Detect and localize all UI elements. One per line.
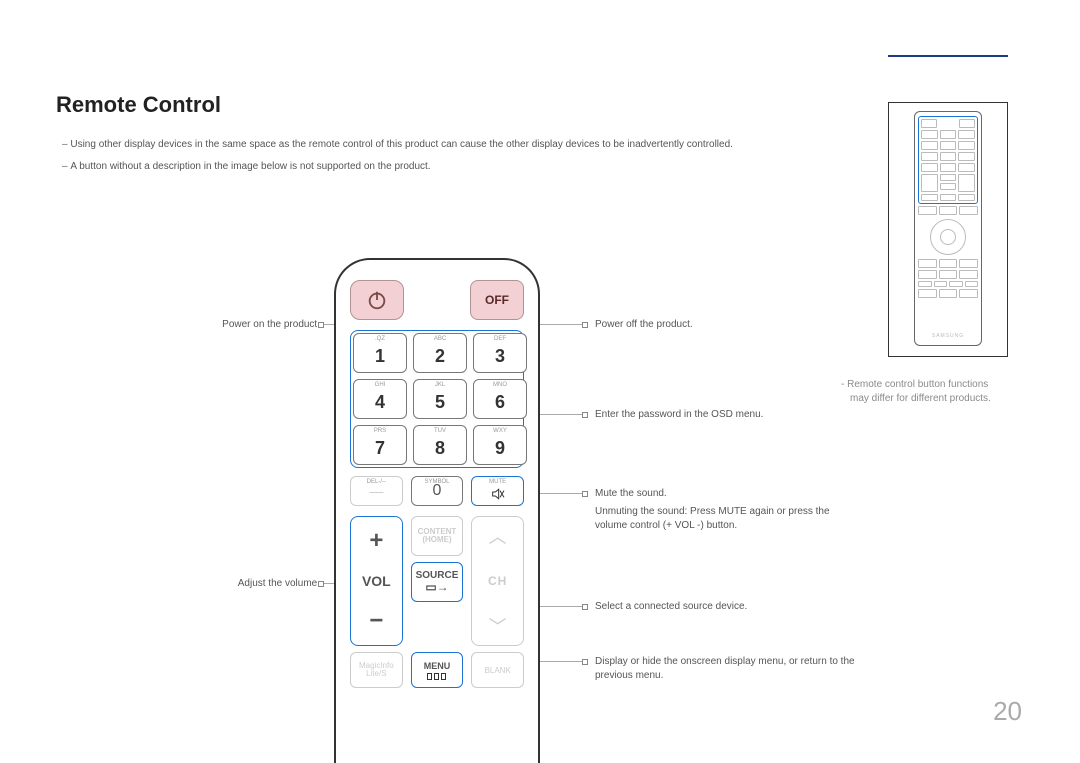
mute-button: MUTE xyxy=(471,476,524,506)
power-button xyxy=(350,280,404,320)
callout-power-on: Power on the product. xyxy=(170,318,320,332)
power-icon xyxy=(366,289,388,311)
key-9: WXY9 xyxy=(473,425,527,465)
key-0: SYMBOL0 xyxy=(411,476,464,506)
callout-password: Enter the password in the OSD menu. xyxy=(595,408,763,422)
menu-button: MENU xyxy=(411,652,464,688)
key-3: DEF3 xyxy=(473,333,527,373)
mute-icon xyxy=(490,486,506,502)
note-2: A button without a description in the im… xyxy=(56,160,776,173)
brand-label: SAMSUNG xyxy=(932,333,964,339)
callout-mute-2: Unmuting the sound: Press MUTE again or … xyxy=(595,505,855,533)
key-4: GHI4 xyxy=(353,379,407,419)
vol-up-icon: + xyxy=(369,527,383,555)
off-button: OFF xyxy=(470,280,524,320)
callout-menu: Display or hide the onscreen display men… xyxy=(595,655,855,683)
key-1: .QZ1 xyxy=(353,333,407,373)
ch-label: CH xyxy=(488,574,507,588)
mini-dpad xyxy=(930,219,966,255)
volume-rocker: + VOL − xyxy=(350,516,403,646)
magicinfo-button: MagicInfo Lite/S xyxy=(350,652,403,688)
key-2: ABC2 xyxy=(413,333,467,373)
page-title: Remote Control xyxy=(56,92,221,118)
menu-icon xyxy=(427,673,446,680)
header-rule xyxy=(888,55,1008,57)
keypad-highlight: .QZ1 ABC2 DEF3 GHI4 JKL5 MNO6 PRS7 TUV8 … xyxy=(350,330,524,468)
del-button: DEL-/--— xyxy=(350,476,403,506)
mini-remote: SAMSUNG xyxy=(914,111,982,346)
sidebar-figure: SAMSUNG xyxy=(888,102,1008,357)
menu-label: MENU xyxy=(424,661,451,671)
key-6: MNO6 xyxy=(473,379,527,419)
source-icon: ▭→ xyxy=(425,580,448,594)
ch-up-icon: ︿ xyxy=(489,523,507,549)
key-5: JKL5 xyxy=(413,379,467,419)
key-8: TUV8 xyxy=(413,425,467,465)
callout-volume: Adjust the volume. xyxy=(170,577,320,591)
note-1: Using other display devices in the same … xyxy=(56,138,776,151)
page-number: 20 xyxy=(993,696,1022,727)
vol-label: VOL xyxy=(362,573,391,589)
sidebar-note: Remote control button functions may diff… xyxy=(838,378,1008,405)
source-button: SOURCE ▭→ xyxy=(411,562,464,602)
key-7: PRS7 xyxy=(353,425,407,465)
remote-illustration: OFF .QZ1 ABC2 DEF3 GHI4 JKL5 MNO6 PRS7 T… xyxy=(334,258,540,763)
ch-down-icon: ﹀ xyxy=(489,613,507,639)
callout-source: Select a connected source device. xyxy=(595,600,747,614)
blank-button: BLANK xyxy=(471,652,524,688)
content-home-button: CONTENT (HOME) xyxy=(411,516,464,556)
off-label: OFF xyxy=(485,293,509,307)
callout-mute: Mute the sound. xyxy=(595,487,667,501)
channel-rocker: ︿ CH ﹀ xyxy=(471,516,524,646)
callout-power-off: Power off the product. xyxy=(595,318,693,332)
vol-down-icon: − xyxy=(369,607,383,635)
